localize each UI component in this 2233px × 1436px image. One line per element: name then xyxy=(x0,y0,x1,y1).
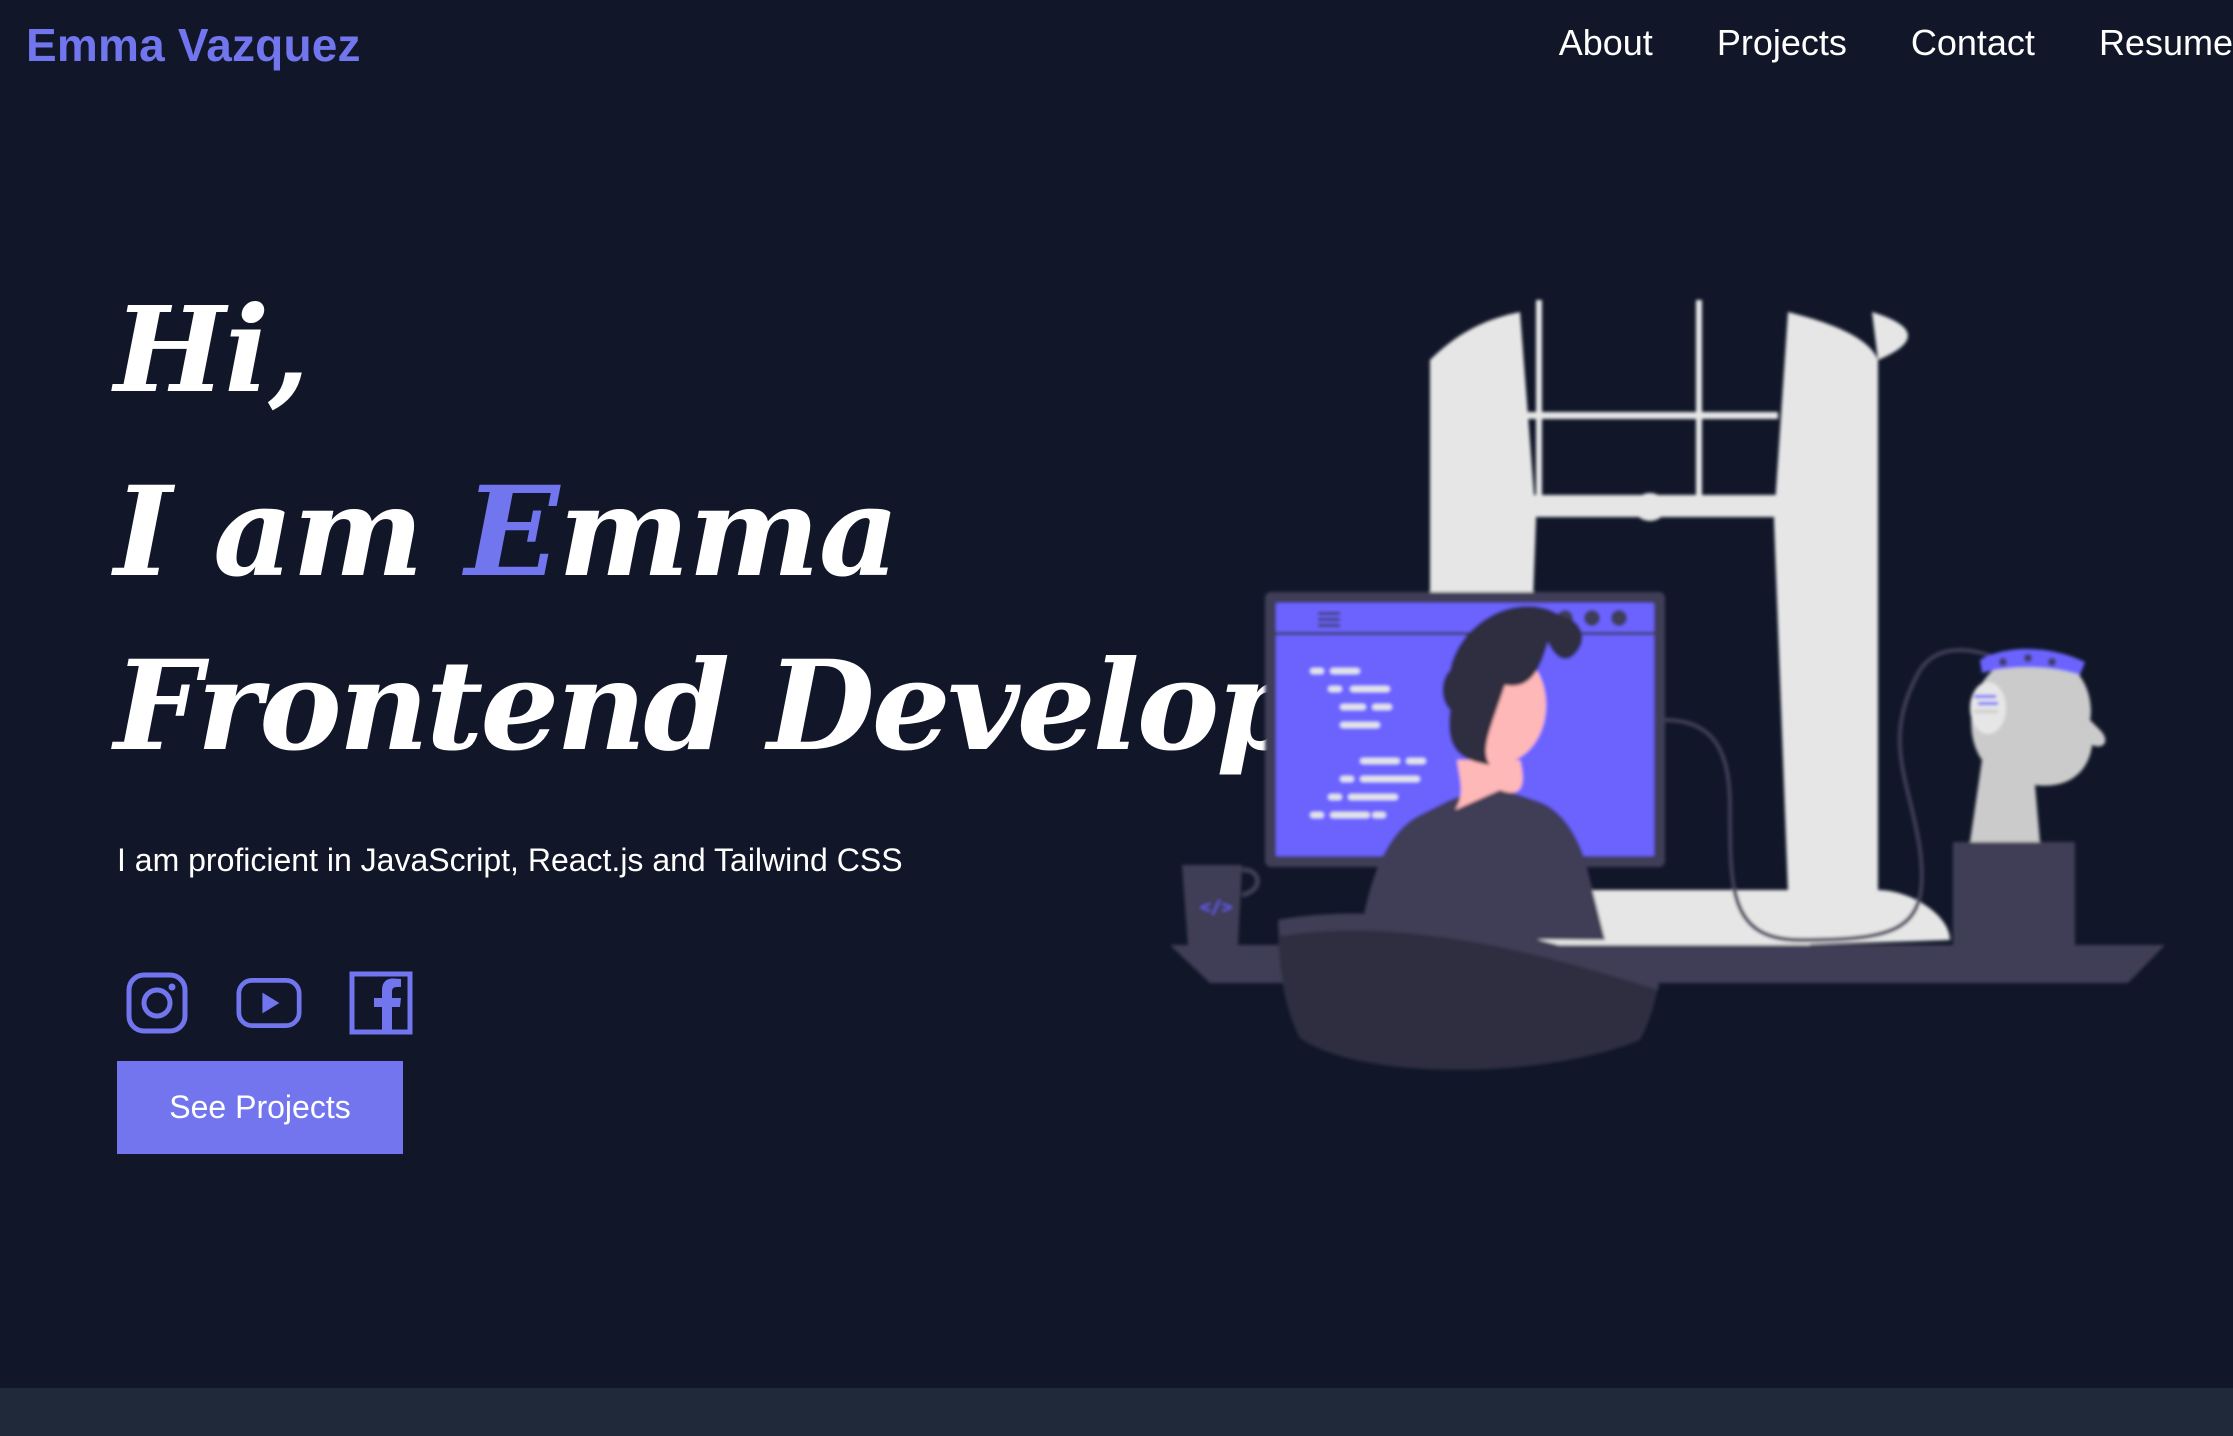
hero-name-rest: mma xyxy=(558,460,899,605)
page: Emma Vazquez About Projects Contact Resu… xyxy=(0,0,2233,1436)
brand-logo-link[interactable]: Emma Vazquez xyxy=(26,18,361,72)
instagram-icon xyxy=(126,972,188,1034)
hero-name-initial: E xyxy=(464,460,560,605)
youtube-icon xyxy=(236,978,302,1028)
nav-link-contact[interactable]: Contact xyxy=(1911,22,2035,64)
hero-intro-prefix: I am xyxy=(114,460,465,605)
svg-text:</>: </> xyxy=(1200,897,1233,918)
facebook-link[interactable] xyxy=(348,970,414,1036)
facebook-icon xyxy=(349,971,413,1035)
footer-band xyxy=(0,1388,2233,1436)
social-links xyxy=(124,970,460,1036)
top-nav: About Projects Contact Resume xyxy=(1559,22,2233,64)
developer-illustration: </> xyxy=(1170,300,2165,1070)
nav-link-projects[interactable]: Projects xyxy=(1717,22,1847,64)
instagram-link[interactable] xyxy=(124,970,190,1036)
nav-link-resume[interactable]: Resume xyxy=(2099,22,2233,64)
nav-link-about[interactable]: About xyxy=(1559,22,1653,64)
see-projects-button[interactable]: See Projects xyxy=(117,1061,403,1154)
youtube-link[interactable] xyxy=(236,970,302,1036)
hero-tagline: I am proficient in JavaScript, React.js … xyxy=(117,842,903,878)
hero-intro: I am Emma xyxy=(114,460,899,605)
hero-greeting: Hi, xyxy=(114,280,309,419)
